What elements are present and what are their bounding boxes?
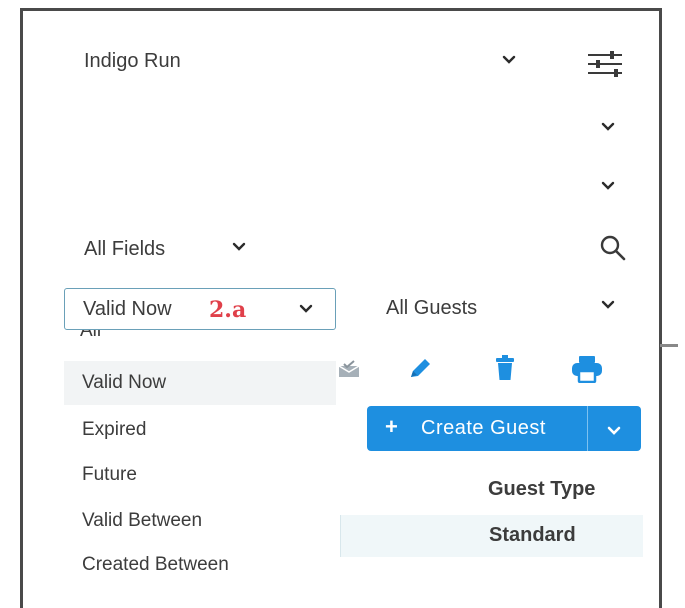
dropdown-item-future[interactable]: Future [64, 453, 336, 497]
create-guest-button[interactable]: + Create Guest [367, 406, 587, 451]
validity-chevron-down-icon[interactable] [299, 304, 313, 314]
dropdown-item-valid-between[interactable]: Valid Between [64, 499, 336, 543]
create-chevron-down-icon [607, 423, 621, 441]
field-select-label[interactable]: All Fields [84, 238, 165, 261]
create-guest-options-button[interactable] [587, 406, 642, 451]
trash-icon[interactable] [494, 355, 516, 386]
guests-select-value[interactable]: All Guests [386, 297, 477, 320]
dropdown-item-all-clipped: All [80, 330, 102, 341]
filter-sliders-icon[interactable] [586, 50, 624, 83]
validity-select[interactable]: Valid Now 2.a [64, 288, 336, 330]
check-mail-icon[interactable] [338, 360, 360, 383]
validity-dropdown-menu: All Valid Now Expired Future Valid Betwe… [64, 330, 336, 602]
create-guest-button-group: + Create Guest [367, 406, 641, 451]
row3-chevron-down-icon[interactable] [601, 181, 615, 191]
guests-select-chevron-down-icon[interactable] [601, 300, 615, 310]
scroll-edge-marker [660, 344, 678, 347]
field-select-chevron-down-icon[interactable] [232, 242, 246, 252]
guest-type-cell: Standard [489, 524, 576, 546]
dropdown-item-expired[interactable]: Expired [64, 408, 336, 452]
dropdown-item-valid-now[interactable]: Valid Now [64, 361, 336, 405]
property-chevron-down-icon[interactable] [502, 55, 516, 65]
pencil-icon[interactable] [408, 356, 434, 385]
property-title: Indigo Run [84, 50, 181, 72]
guest-type-column-header[interactable]: Guest Type [488, 478, 595, 501]
table-row[interactable]: Standard [340, 515, 643, 557]
plus-icon: + [385, 414, 398, 439]
validity-select-value: Valid Now [83, 298, 172, 320]
step-annotation-label: 2.a [209, 297, 247, 323]
search-icon[interactable] [599, 234, 627, 267]
dropdown-item-created-between[interactable]: Created Between [64, 543, 336, 587]
create-guest-label: Create Guest [421, 417, 546, 439]
row2-chevron-down-icon[interactable] [601, 122, 615, 132]
printer-icon[interactable] [571, 355, 603, 388]
